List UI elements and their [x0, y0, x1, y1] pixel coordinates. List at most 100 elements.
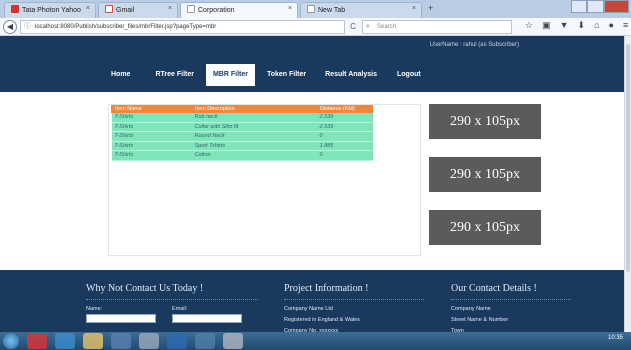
tab-corporation[interactable]: Corporation ×	[180, 2, 298, 18]
footer-heading: Our Contact Details !	[451, 283, 571, 300]
table-header-row: Item Name Item Description Distance (KM)	[111, 105, 373, 113]
menu-home[interactable]: Home	[104, 64, 137, 86]
app-icon[interactable]	[223, 333, 243, 349]
reload-icon[interactable]: C	[346, 20, 360, 34]
table-cell: 2.539	[316, 112, 373, 123]
table-cell: Collar with Slim fit	[191, 122, 317, 132]
main-menu: Home RTree Filter MBR Filter Token Filte…	[104, 64, 428, 86]
column-header: Item Name	[111, 105, 192, 113]
column-header: Distance (KM)	[316, 105, 373, 113]
table-cell: Rob neck	[191, 112, 317, 123]
name-label: Name:	[86, 306, 103, 312]
table-cell: 0	[316, 131, 373, 142]
table-cell: T-Shirts	[111, 150, 192, 161]
minimize-button[interactable]	[571, 0, 588, 13]
maximize-button[interactable]	[587, 0, 604, 13]
tab-gmail[interactable]: Gmail ×	[98, 2, 178, 18]
user-info: UserName : rahul (as Subscriber)	[429, 42, 519, 48]
site-footer: Why Not Contact Us Today ! Name: Email: …	[0, 270, 624, 334]
table-row: T-Shirts Rob neck 2.539	[111, 112, 373, 123]
table-cell: Cotton	[191, 150, 317, 161]
ie-icon[interactable]	[167, 333, 187, 349]
back-arrow-icon[interactable]: ◀	[3, 20, 17, 34]
close-tab-icon[interactable]: ×	[412, 5, 416, 12]
menu-mbr-filter[interactable]: MBR Filter	[205, 64, 255, 86]
table-cell: 1.885	[316, 141, 373, 151]
footer-text: Company Name Ltd	[284, 306, 333, 312]
ad-placeholder[interactable]: 290 x 105px	[429, 104, 541, 139]
menu-rtree-filter[interactable]: RTree Filter	[148, 64, 201, 86]
close-tab-icon[interactable]: ×	[86, 5, 90, 12]
email-label: Email:	[172, 306, 188, 312]
table-cell: Sport Tshirts	[191, 141, 317, 151]
footer-heading: Why Not Contact Us Today !	[86, 283, 258, 300]
explorer-icon[interactable]	[83, 333, 103, 349]
window-controls	[571, 0, 629, 14]
opera-icon[interactable]	[27, 333, 47, 349]
footer-heading: Project Information !	[284, 283, 424, 300]
app-icon[interactable]	[195, 333, 215, 349]
ad-placeholder[interactable]: 290 x 105px	[429, 210, 541, 245]
download-icon[interactable]: ⬇	[578, 20, 586, 31]
name-field[interactable]	[86, 314, 156, 323]
close-tab-icon[interactable]: ×	[168, 5, 172, 12]
page-icon	[307, 5, 315, 13]
site-header: UserName : rahul (as Subscriber) Home RT…	[0, 36, 624, 92]
start-button[interactable]	[3, 333, 19, 349]
firefox-icon[interactable]	[111, 333, 131, 349]
table-row: T-Shirts Cotton 0	[111, 150, 373, 161]
search-icon: ⌕	[366, 23, 370, 30]
sync-icon[interactable]: ●	[609, 20, 614, 31]
eclipse-icon[interactable]	[139, 333, 159, 349]
column-header: Item Description	[191, 105, 317, 113]
page-icon	[187, 5, 195, 13]
results-table: Item Name Item Description Distance (KM)…	[111, 105, 373, 161]
tab-tata-photon-yahoo[interactable]: Tata Photon Yahoo ×	[4, 2, 96, 18]
footer-contact-details: Our Contact Details ! Company Name Stree…	[451, 283, 571, 339]
vertical-scrollbar[interactable]	[624, 36, 631, 332]
table-cell: 0	[316, 150, 373, 161]
windows-taskbar: 10:35	[0, 332, 631, 350]
table-cell: T-Shirts	[111, 131, 192, 142]
table-cell: T-Shirts	[111, 112, 192, 123]
footer-project-info: Project Information ! Company Name Ltd R…	[284, 283, 424, 339]
ad-column: 290 x 105px 290 x 105px 290 x 105px	[429, 104, 541, 263]
footer-text: Registered in England & Wales	[284, 317, 360, 323]
menu-result-analysis[interactable]: Result Analysis	[318, 64, 384, 86]
close-window-button[interactable]	[603, 0, 629, 13]
info-icon: ⓘ	[24, 23, 31, 30]
close-tab-icon[interactable]: ×	[288, 5, 292, 12]
table-row: T-Shirts Round Neck 0	[111, 131, 373, 142]
gmail-icon	[105, 5, 113, 13]
search-input[interactable]: ⌕ Search	[362, 20, 512, 34]
results-panel: Item Name Item Description Distance (KM)…	[108, 104, 421, 256]
table-row: T-Shirts Collar with Slim fit 2.539	[111, 122, 373, 132]
table-cell: T-Shirts	[111, 122, 192, 132]
footer-contact-form: Why Not Contact Us Today ! Name: Email:	[86, 283, 258, 323]
footer-text: Company Name	[451, 306, 491, 312]
home-icon[interactable]: ⌂	[594, 20, 599, 31]
table-cell: 2.539	[316, 122, 373, 132]
yahoo-icon	[11, 5, 19, 13]
reading-list-icon[interactable]: ▣	[542, 20, 551, 31]
new-tab-icon[interactable]: +	[428, 3, 433, 13]
menu-icon[interactable]: ≡	[623, 20, 628, 31]
table-cell: T-Shirts	[111, 141, 192, 151]
star-icon[interactable]: ☆	[525, 20, 533, 31]
footer-text: Street Name & Number	[451, 317, 509, 323]
menu-token-filter[interactable]: Token Filter	[260, 64, 313, 86]
toolbar-icons: ☆ ▣ ▼ ⬇ ⌂ ● ≡	[525, 20, 628, 31]
ad-placeholder[interactable]: 290 x 105px	[429, 157, 541, 192]
scrollbar-thumb[interactable]	[626, 44, 630, 272]
browser-tab-strip: Tata Photon Yahoo × Gmail × Corporation × N…	[0, 0, 631, 18]
table-cell: Round Neck	[191, 131, 317, 142]
address-bar[interactable]: ⓘ localhost:8080/Publish/subscriber_file…	[20, 20, 345, 34]
main-content: Item Name Item Description Distance (KM)…	[0, 92, 624, 270]
system-clock: 10:35	[607, 335, 623, 341]
menu-logout[interactable]: Logout	[390, 64, 428, 86]
pocket-icon[interactable]: ▼	[560, 20, 569, 31]
chrome-icon[interactable]	[55, 333, 75, 349]
table-row: T-Shirts Sport Tshirts 1.885	[111, 141, 373, 151]
tab-new-tab[interactable]: New Tab ×	[300, 2, 422, 18]
email-field[interactable]	[172, 314, 242, 323]
